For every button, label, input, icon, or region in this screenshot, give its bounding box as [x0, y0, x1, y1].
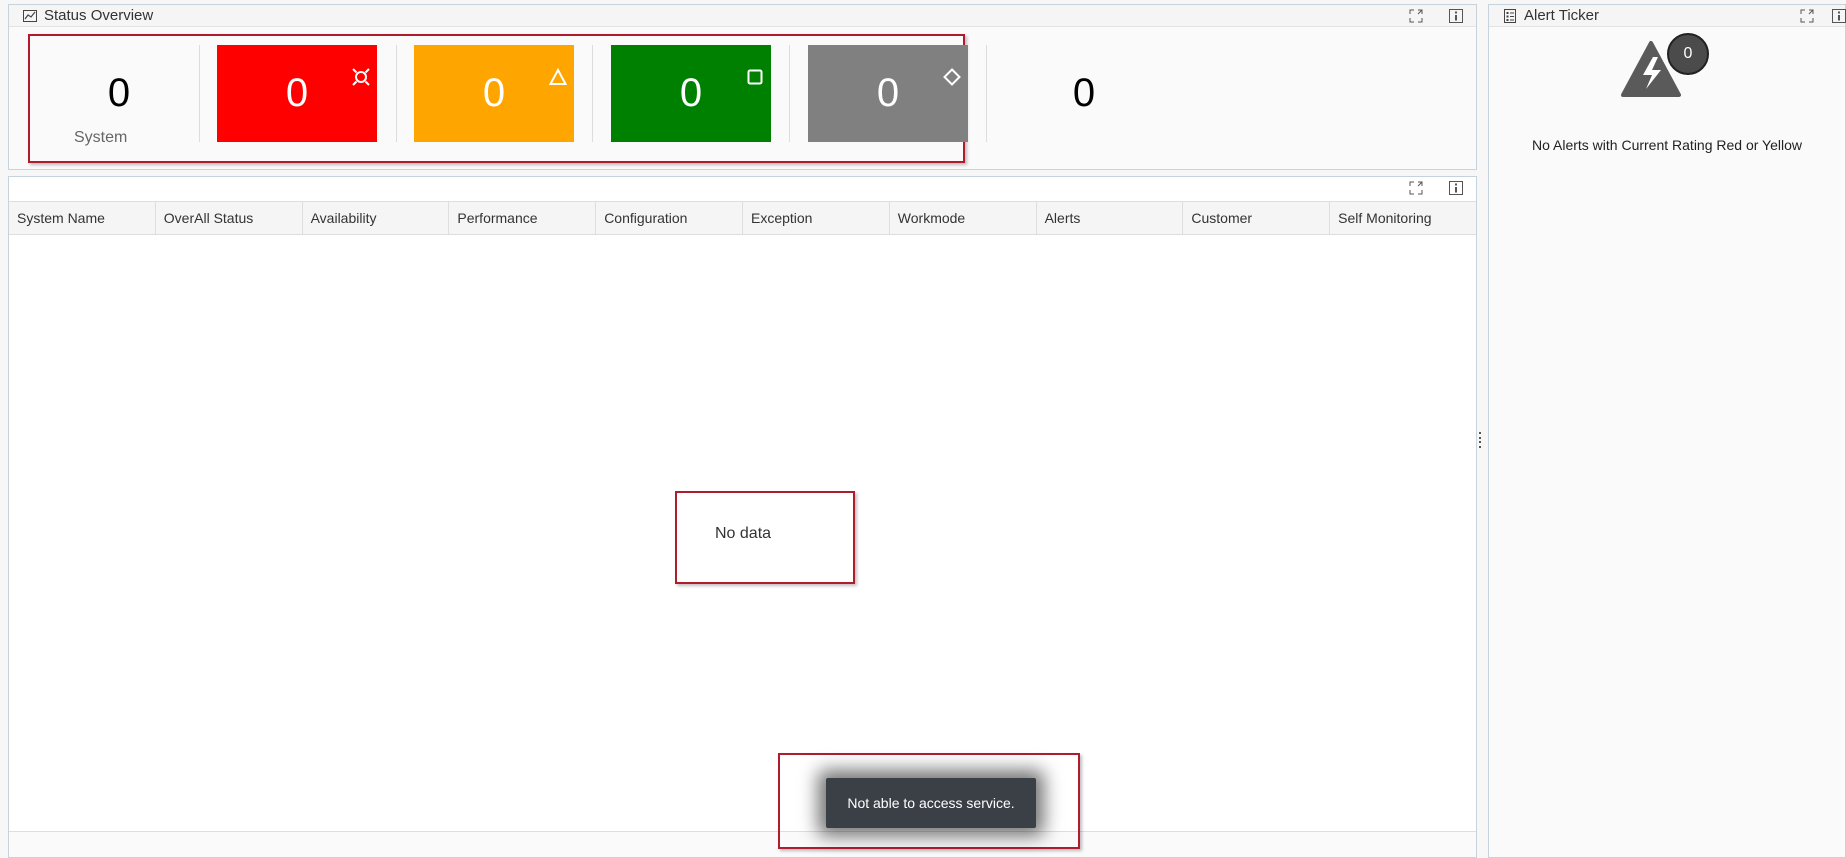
tile-divider	[986, 45, 987, 142]
maximize-icon[interactable]	[1408, 8, 1424, 24]
toast-message: Not able to access service.	[847, 795, 1015, 811]
tile-value: 0	[285, 71, 309, 115]
alert-ticker-panel: Alert Ticker 0 No Alerts with Current Ra…	[1488, 4, 1846, 858]
table-header-row: System Name OverAll Status Availability …	[9, 201, 1476, 235]
status-overview-header: Status Overview	[9, 5, 1476, 27]
panel-title: Status Overview	[44, 7, 154, 24]
tile-value: 0	[876, 71, 900, 115]
alert-count-badge: 0	[1667, 33, 1709, 75]
tile-green-ok[interactable]: 0	[611, 45, 771, 142]
chart-icon	[22, 8, 38, 24]
tile-divider	[396, 45, 397, 142]
column-header-configuration[interactable]: Configuration	[596, 202, 743, 234]
column-header-system-name[interactable]: System Name	[9, 202, 156, 234]
column-header-overall-status[interactable]: OverAll Status	[156, 202, 303, 234]
maximize-icon[interactable]	[1799, 8, 1815, 24]
dashboard-page: Status Overview 0 System 0 0 0 0 0 Syste…	[0, 0, 1846, 858]
diamond-icon	[943, 51, 961, 86]
info-icon[interactable]	[1448, 180, 1464, 196]
no-data-highlight: No data	[675, 491, 855, 584]
panel-title: Alert Ticker	[1524, 7, 1600, 24]
tile-grey-unknown[interactable]: 0	[808, 45, 968, 142]
status-overview-panel: Status Overview 0 System 0 0 0 0 0	[8, 4, 1477, 170]
critical-icon	[352, 51, 370, 86]
table-footer	[9, 831, 1476, 857]
info-icon[interactable]	[1831, 8, 1846, 24]
panel-splitter[interactable]	[1477, 0, 1487, 858]
tile-value: 0	[482, 71, 506, 115]
tile-yellow-warning[interactable]: 0	[414, 45, 574, 142]
system-table-panel: System Name OverAll Status Availability …	[8, 176, 1477, 858]
tile-divider	[592, 45, 593, 142]
alert-empty-message: No Alerts with Current Rating Red or Yel…	[1531, 137, 1803, 153]
tile-value: 0	[107, 71, 131, 115]
column-header-performance[interactable]: Performance	[449, 202, 597, 234]
tile-system-total[interactable]: 0	[39, 45, 199, 142]
no-data-message: No data	[715, 525, 772, 542]
tile-divider	[789, 45, 790, 142]
column-header-customer[interactable]: Customer	[1183, 202, 1331, 234]
tile-value: 0	[1072, 71, 1096, 115]
column-header-availability[interactable]: Availability	[303, 202, 450, 234]
tile-divider	[199, 45, 200, 142]
tile-other[interactable]: 0	[1004, 45, 1164, 142]
column-header-workmode[interactable]: Workmode	[890, 202, 1037, 234]
square-icon	[746, 51, 764, 85]
list-icon	[1502, 8, 1518, 24]
column-header-self-monitoring[interactable]: Self Monitoring	[1330, 202, 1476, 234]
alert-ticker-header: Alert Ticker	[1489, 5, 1846, 27]
system-label: System	[74, 129, 128, 146]
splitter-grip-icon[interactable]	[1478, 432, 1482, 448]
tile-value: 0	[679, 71, 703, 115]
error-toast: Not able to access service.	[826, 778, 1036, 828]
column-header-alerts[interactable]: Alerts	[1037, 202, 1184, 234]
column-header-exception[interactable]: Exception	[743, 202, 890, 234]
warning-triangle-icon	[548, 51, 568, 85]
maximize-icon[interactable]	[1408, 180, 1424, 196]
tile-red-critical[interactable]: 0	[217, 45, 377, 142]
info-icon[interactable]	[1448, 8, 1464, 24]
